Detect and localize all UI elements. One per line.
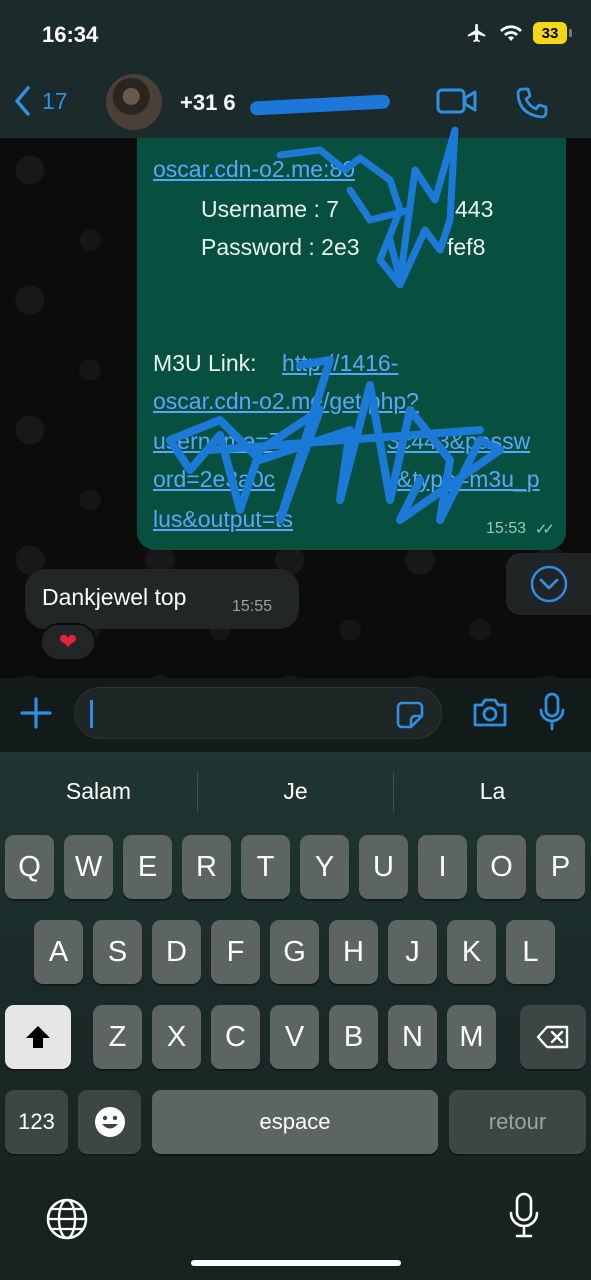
incoming-message-bubble[interactable]: Dankjewel top 15:55 <box>25 569 299 629</box>
chevron-left-icon <box>15 86 30 116</box>
redaction-scribble <box>276 126 459 289</box>
key-m[interactable]: M <box>447 1005 496 1069</box>
chevron-down-circle-icon <box>530 565 567 603</box>
wifi-icon <box>500 25 522 41</box>
key-v[interactable]: V <box>270 1005 319 1069</box>
status-time: 16:34 <box>42 22 99 47</box>
keyboard: Salam Je La Q W E R T Y U I O P A S D F … <box>0 752 591 1280</box>
suggestion-item[interactable]: Je <box>197 778 394 805</box>
key-k[interactable]: K <box>447 920 496 984</box>
key-g[interactable]: G <box>270 920 319 984</box>
key-h[interactable]: H <box>329 920 378 984</box>
whatsapp-chat-screen: 16:34 33 17 +31 6 oscar.cdn-o2.me:80 Use… <box>0 0 591 1280</box>
key-d[interactable]: D <box>152 920 201 984</box>
key-t[interactable]: T <box>241 835 290 899</box>
contact-name[interactable]: +31 6 <box>180 90 236 116</box>
emoji-icon <box>94 1107 125 1137</box>
suggestion-item[interactable]: Salam <box>0 778 197 805</box>
return-key[interactable]: retour <box>449 1090 586 1154</box>
shift-key[interactable] <box>5 1005 71 1069</box>
key-y[interactable]: Y <box>300 835 349 899</box>
key-x[interactable]: X <box>152 1005 201 1069</box>
key-p[interactable]: P <box>536 835 585 899</box>
status-bar: 16:34 33 <box>0 0 591 70</box>
key-n[interactable]: N <box>388 1005 437 1069</box>
key-o[interactable]: O <box>477 835 526 899</box>
home-indicator <box>191 1260 401 1266</box>
key-r[interactable]: R <box>182 835 231 899</box>
numbers-key[interactable]: 123 <box>5 1090 68 1154</box>
key-b[interactable]: B <box>329 1005 378 1069</box>
emoji-key[interactable] <box>78 1090 141 1154</box>
unread-count: 17 <box>42 87 68 114</box>
key-a[interactable]: A <box>34 920 83 984</box>
key-f[interactable]: F <box>211 920 260 984</box>
microphone-icon[interactable] <box>537 692 567 732</box>
key-j[interactable]: J <box>388 920 437 984</box>
backspace-icon <box>536 1025 569 1049</box>
redaction-scribble <box>166 356 504 524</box>
message-time: 15:55 <box>232 598 273 615</box>
battery-indicator: 33 <box>533 22 572 44</box>
key-w[interactable]: W <box>64 835 113 899</box>
globe-icon[interactable] <box>44 1196 90 1242</box>
camera-icon[interactable] <box>471 695 509 729</box>
heart-reaction[interactable]: ❤ <box>40 623 96 661</box>
airplane-icon <box>467 23 486 43</box>
status-icons: 33 <box>465 22 572 44</box>
message-input[interactable] <box>74 687 442 739</box>
key-l[interactable]: L <box>506 920 555 984</box>
key-s[interactable]: S <box>93 920 142 984</box>
shift-arrow-icon <box>26 1026 50 1048</box>
back-button[interactable]: 17 <box>12 84 68 118</box>
dictation-mic-icon[interactable] <box>506 1192 542 1240</box>
suggestion-bar: Salam Je La <box>0 752 591 832</box>
key-z[interactable]: Z <box>93 1005 142 1069</box>
read-ticks-icon: ✓✓ <box>534 521 555 538</box>
text-caret <box>90 700 93 728</box>
message-text: Dankjewel top <box>42 584 187 610</box>
heart-icon: ❤ <box>58 629 78 654</box>
key-i[interactable]: I <box>418 835 467 899</box>
key-u[interactable]: U <box>359 835 408 899</box>
key-c[interactable]: C <box>211 1005 260 1069</box>
sticker-icon[interactable] <box>395 700 425 730</box>
message-composer <box>0 678 591 752</box>
suggestion-item[interactable]: La <box>394 778 591 805</box>
contact-avatar[interactable] <box>106 74 162 130</box>
space-key[interactable]: espace <box>152 1090 438 1154</box>
plus-icon[interactable] <box>18 695 54 731</box>
key-q[interactable]: Q <box>5 835 54 899</box>
scroll-to-bottom-button[interactable] <box>506 553 591 615</box>
backspace-key[interactable] <box>520 1005 586 1069</box>
key-e[interactable]: E <box>123 835 172 899</box>
phone-call-icon[interactable] <box>515 86 549 120</box>
